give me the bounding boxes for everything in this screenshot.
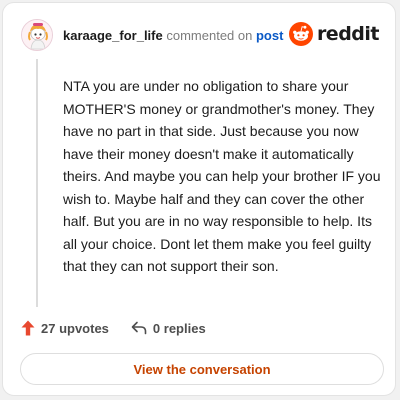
upvote-button[interactable]: 27 upvotes bbox=[21, 320, 109, 336]
upvote-count: 27 upvotes bbox=[41, 320, 109, 336]
reply-arrow-icon bbox=[131, 321, 147, 335]
reply-button[interactable]: 0 replies bbox=[131, 321, 206, 336]
post-link[interactable]: post bbox=[256, 28, 283, 43]
reddit-snoo-logo-icon bbox=[288, 22, 313, 46]
commented-on-text: commented on bbox=[166, 28, 253, 43]
reply-count: 0 replies bbox=[152, 320, 206, 336]
view-conversation-button[interactable]: View the conversation bbox=[20, 353, 384, 385]
reddit-logo[interactable]: reddit bbox=[288, 22, 380, 46]
comment-header: karaage_for_life commented on post bbox=[63, 28, 283, 44]
comment-card: karaage_for_life commented on post reddi… bbox=[2, 2, 396, 396]
reddit-wordmark: reddit bbox=[316, 23, 380, 45]
comment-text: NTA you are under no obligation to share… bbox=[63, 78, 381, 274]
comment-actions: 27 upvotes 0 replies bbox=[21, 320, 228, 336]
user-avatar[interactable] bbox=[21, 19, 53, 51]
username-link[interactable]: karaage_for_life bbox=[63, 28, 163, 43]
upvote-arrow-icon bbox=[21, 320, 35, 336]
snoo-avatar-icon bbox=[22, 20, 52, 50]
thread-line bbox=[36, 59, 38, 307]
